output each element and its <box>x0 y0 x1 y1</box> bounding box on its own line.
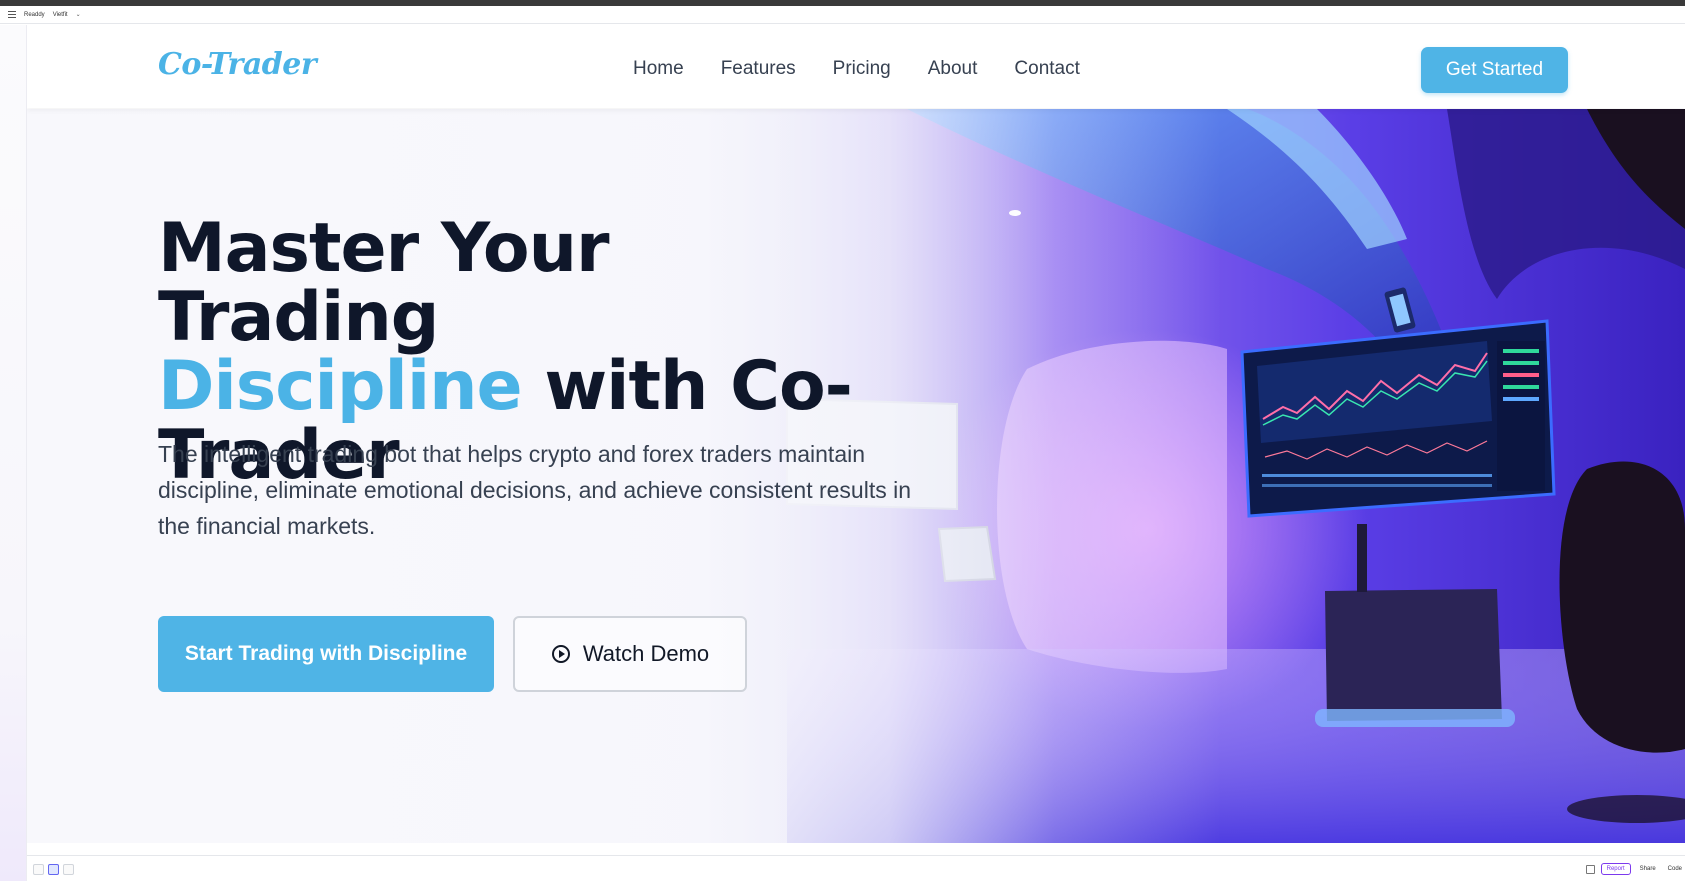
site-logo[interactable]: Co-Trader <box>158 47 317 82</box>
app-name: Readdy <box>24 11 45 18</box>
tablet-view-icon[interactable] <box>63 864 74 875</box>
preview-frame: Co-Trader Home Features Pricing About Co… <box>27 30 1685 843</box>
expand-icon[interactable] <box>1585 864 1595 874</box>
start-trading-button[interactable]: Start Trading with Discipline <box>158 616 494 692</box>
nav-link-home[interactable]: Home <box>633 58 684 80</box>
toolbar-actions: Report Share Code <box>1585 863 1685 875</box>
nav-link-contact[interactable]: Contact <box>1014 58 1079 80</box>
report-button[interactable]: Report <box>1600 863 1631 875</box>
headline-line-1: Master Your Trading <box>158 209 610 357</box>
get-started-button[interactable]: Get Started <box>1421 47 1568 93</box>
code-button[interactable]: Code <box>1665 864 1685 874</box>
desktop-view-icon[interactable] <box>48 864 59 875</box>
nav-link-features[interactable]: Features <box>721 58 796 80</box>
chevron-down-icon[interactable]: ⌄ <box>76 11 81 18</box>
workspace-name[interactable]: Vietfit <box>53 12 68 18</box>
device-switcher <box>33 864 74 875</box>
hamburger-icon[interactable] <box>8 11 16 18</box>
hero-subtitle: The intelligent trading bot that helps c… <box>158 441 912 539</box>
play-circle-icon <box>551 645 570 663</box>
editor-bottom-toolbar: Report Share Code <box>27 855 1685 881</box>
nav-link-pricing[interactable]: Pricing <box>833 58 891 80</box>
headline-accent-word: Discipline <box>158 347 523 426</box>
left-rail <box>0 25 27 881</box>
mobile-view-icon[interactable] <box>33 864 44 875</box>
hero-section: Master Your Trading Discipline with Co-Tr… <box>27 109 1685 843</box>
watch-demo-button[interactable]: Watch Demo <box>513 616 747 692</box>
nav-links: Home Features Pricing About Contact <box>633 30 1080 108</box>
app-bar: Readdy Vietfit ⌄ <box>0 6 1685 24</box>
watch-demo-label: Watch Demo <box>582 641 710 666</box>
nav-link-about[interactable]: About <box>928 58 978 80</box>
site-navbar: Co-Trader Home Features Pricing About Co… <box>27 30 1685 108</box>
share-button[interactable]: Share <box>1637 864 1659 874</box>
